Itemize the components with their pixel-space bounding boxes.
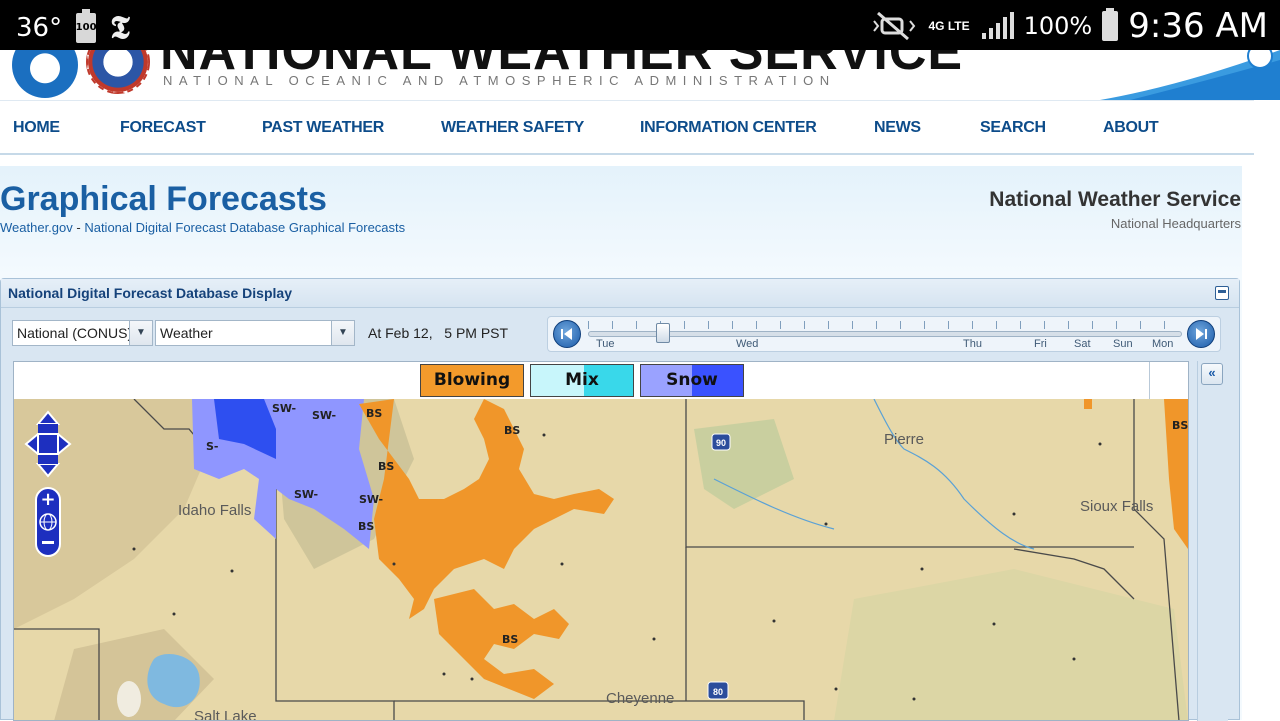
- timeline-track[interactable]: [588, 331, 1182, 337]
- code-sw: SW-: [272, 402, 296, 415]
- network-type-text: 4G LTE: [928, 19, 970, 33]
- nav-weather-safety[interactable]: WEATHER SAFETY: [441, 119, 584, 137]
- forecast-time-label: At Feb 12, 5 PM PST: [368, 325, 509, 341]
- zoom-out-icon: [42, 541, 54, 544]
- banner-swoosh-graphic: [1100, 50, 1280, 100]
- battery-percent-text: 100%: [1023, 12, 1093, 40]
- temperature-text: 36°: [16, 12, 63, 43]
- pan-right-icon: [57, 431, 72, 457]
- legend-snow: Snow: [640, 364, 744, 397]
- zoom-in-icon: +: [40, 489, 55, 510]
- nav-forecast[interactable]: FORECAST: [120, 119, 206, 137]
- time-slider[interactable]: Tue Wed Thu Fri Sat Sun Mon: [547, 316, 1221, 352]
- timeline-day-label: Mon: [1152, 338, 1174, 350]
- weather-map-graphic[interactable]: 90 80 Pierre Idaho Falls Sioux Falls Che…: [14, 399, 1188, 721]
- code-sw: SW-: [359, 493, 383, 506]
- city-sioux-falls: Sioux Falls: [1080, 498, 1153, 515]
- office-title: National Weather Service: [989, 188, 1241, 211]
- page-title: Graphical Forecasts: [0, 180, 327, 218]
- timeline-ticks: [588, 321, 1182, 329]
- nav-information-center[interactable]: INFORMATION CENTER: [640, 119, 817, 137]
- city-salt-lake: Salt Lake: [194, 708, 257, 721]
- battery-icon: 100: [75, 8, 97, 43]
- pan-down-icon: [35, 463, 61, 478]
- battery-level-text: 100: [75, 22, 97, 33]
- breadcrumb-separator: -: [72, 220, 85, 235]
- minimize-icon[interactable]: [1215, 286, 1229, 300]
- region-select-value: National (CONUS): [17, 325, 131, 341]
- highway-90-label: 90: [716, 438, 726, 448]
- pan-control[interactable]: [24, 410, 72, 480]
- element-select[interactable]: Weather ▼: [155, 320, 355, 346]
- step-forward-icon[interactable]: [1187, 320, 1215, 348]
- code-bs: BS: [502, 633, 518, 646]
- timeline-day-label: Thu: [963, 338, 982, 350]
- nws-logo[interactable]: [86, 50, 150, 94]
- timeline-day-label: Sat: [1074, 338, 1091, 350]
- legend-mix: Mix: [530, 364, 634, 397]
- code-bs: BS: [1172, 419, 1188, 432]
- code-s: S-: [206, 440, 219, 453]
- nav-about[interactable]: ABOUT: [1103, 119, 1159, 137]
- breadcrumb: Weather.gov - National Digital Forecast …: [0, 220, 405, 235]
- main-nav: HOME FORECAST PAST WEATHER WEATHER SAFET…: [0, 100, 1254, 155]
- breadcrumb-home-link[interactable]: Weather.gov: [0, 220, 73, 235]
- region-select[interactable]: National (CONUS) ▼: [12, 320, 153, 346]
- element-select-value: Weather: [160, 325, 213, 341]
- side-panel: «: [1197, 361, 1228, 721]
- pan-up-icon: [35, 410, 61, 425]
- panel-title: National Digital Forecast Database Displ…: [8, 285, 292, 301]
- timeline-thumb[interactable]: [656, 323, 670, 343]
- code-sw: SW-: [294, 488, 318, 501]
- step-back-icon[interactable]: [553, 320, 581, 348]
- legend-blowing: Blowing: [420, 364, 524, 397]
- code-sw: SW-: [312, 409, 336, 422]
- code-bs: BS: [358, 520, 374, 533]
- news-app-icon: 𝕿: [110, 8, 130, 46]
- code-bs: BS: [366, 407, 382, 420]
- ndfd-display-panel: National Digital Forecast Database Displ…: [0, 278, 1240, 721]
- banner-subtitle: NATIONAL OCEANIC AND ATMOSPHERIC ADMINIS…: [163, 73, 836, 88]
- map-legend: Blowing Mix Snow: [14, 362, 1188, 400]
- timeline-day-label: Fri: [1034, 338, 1047, 350]
- nav-past-weather[interactable]: PAST WEATHER: [262, 119, 384, 137]
- nav-news[interactable]: NEWS: [874, 119, 921, 137]
- code-bs: BS: [378, 460, 394, 473]
- noaa-logo[interactable]: [12, 50, 78, 98]
- forecast-map[interactable]: Blowing Mix Snow 90 80 Pierre Idaho Fall…: [13, 361, 1189, 721]
- zoom-control[interactable]: +: [35, 487, 61, 557]
- city-idaho-falls: Idaho Falls: [178, 502, 251, 519]
- timeline-day-label: Tue: [596, 338, 615, 350]
- signal-icon: [981, 12, 1014, 39]
- battery-full-icon: [1102, 8, 1119, 41]
- collapse-icon[interactable]: «: [1201, 363, 1223, 385]
- nws-banner: NATIONAL WEATHER SERVICE NATIONAL OCEANI…: [0, 50, 1280, 100]
- clock-text: 9:36 AM: [1128, 6, 1268, 46]
- highway-80-label: 80: [713, 687, 723, 697]
- timeline-day-label: Wed: [736, 338, 759, 350]
- timeline-day-label: Sun: [1113, 338, 1133, 350]
- city-pierre: Pierre: [884, 431, 924, 448]
- nav-search[interactable]: SEARCH: [980, 119, 1046, 137]
- office-subtitle: National Headquarters: [1110, 216, 1241, 231]
- legend-divider: [1149, 362, 1150, 399]
- nav-home[interactable]: HOME: [13, 119, 60, 137]
- code-bs: BS: [504, 424, 520, 437]
- mute-icon: [873, 11, 916, 41]
- chevron-down-icon[interactable]: ▼: [129, 321, 152, 345]
- chevron-down-icon[interactable]: ▼: [331, 321, 354, 345]
- breadcrumb-current-link[interactable]: National Digital Forecast Database Graph…: [84, 220, 405, 235]
- city-cheyenne: Cheyenne: [606, 690, 674, 707]
- status-bar: 36° 100 𝕿 4G LTE 100% 9:36 AM: [0, 0, 1280, 50]
- pan-left-icon: [24, 431, 39, 457]
- panel-header: National Digital Forecast Database Displ…: [1, 279, 1239, 308]
